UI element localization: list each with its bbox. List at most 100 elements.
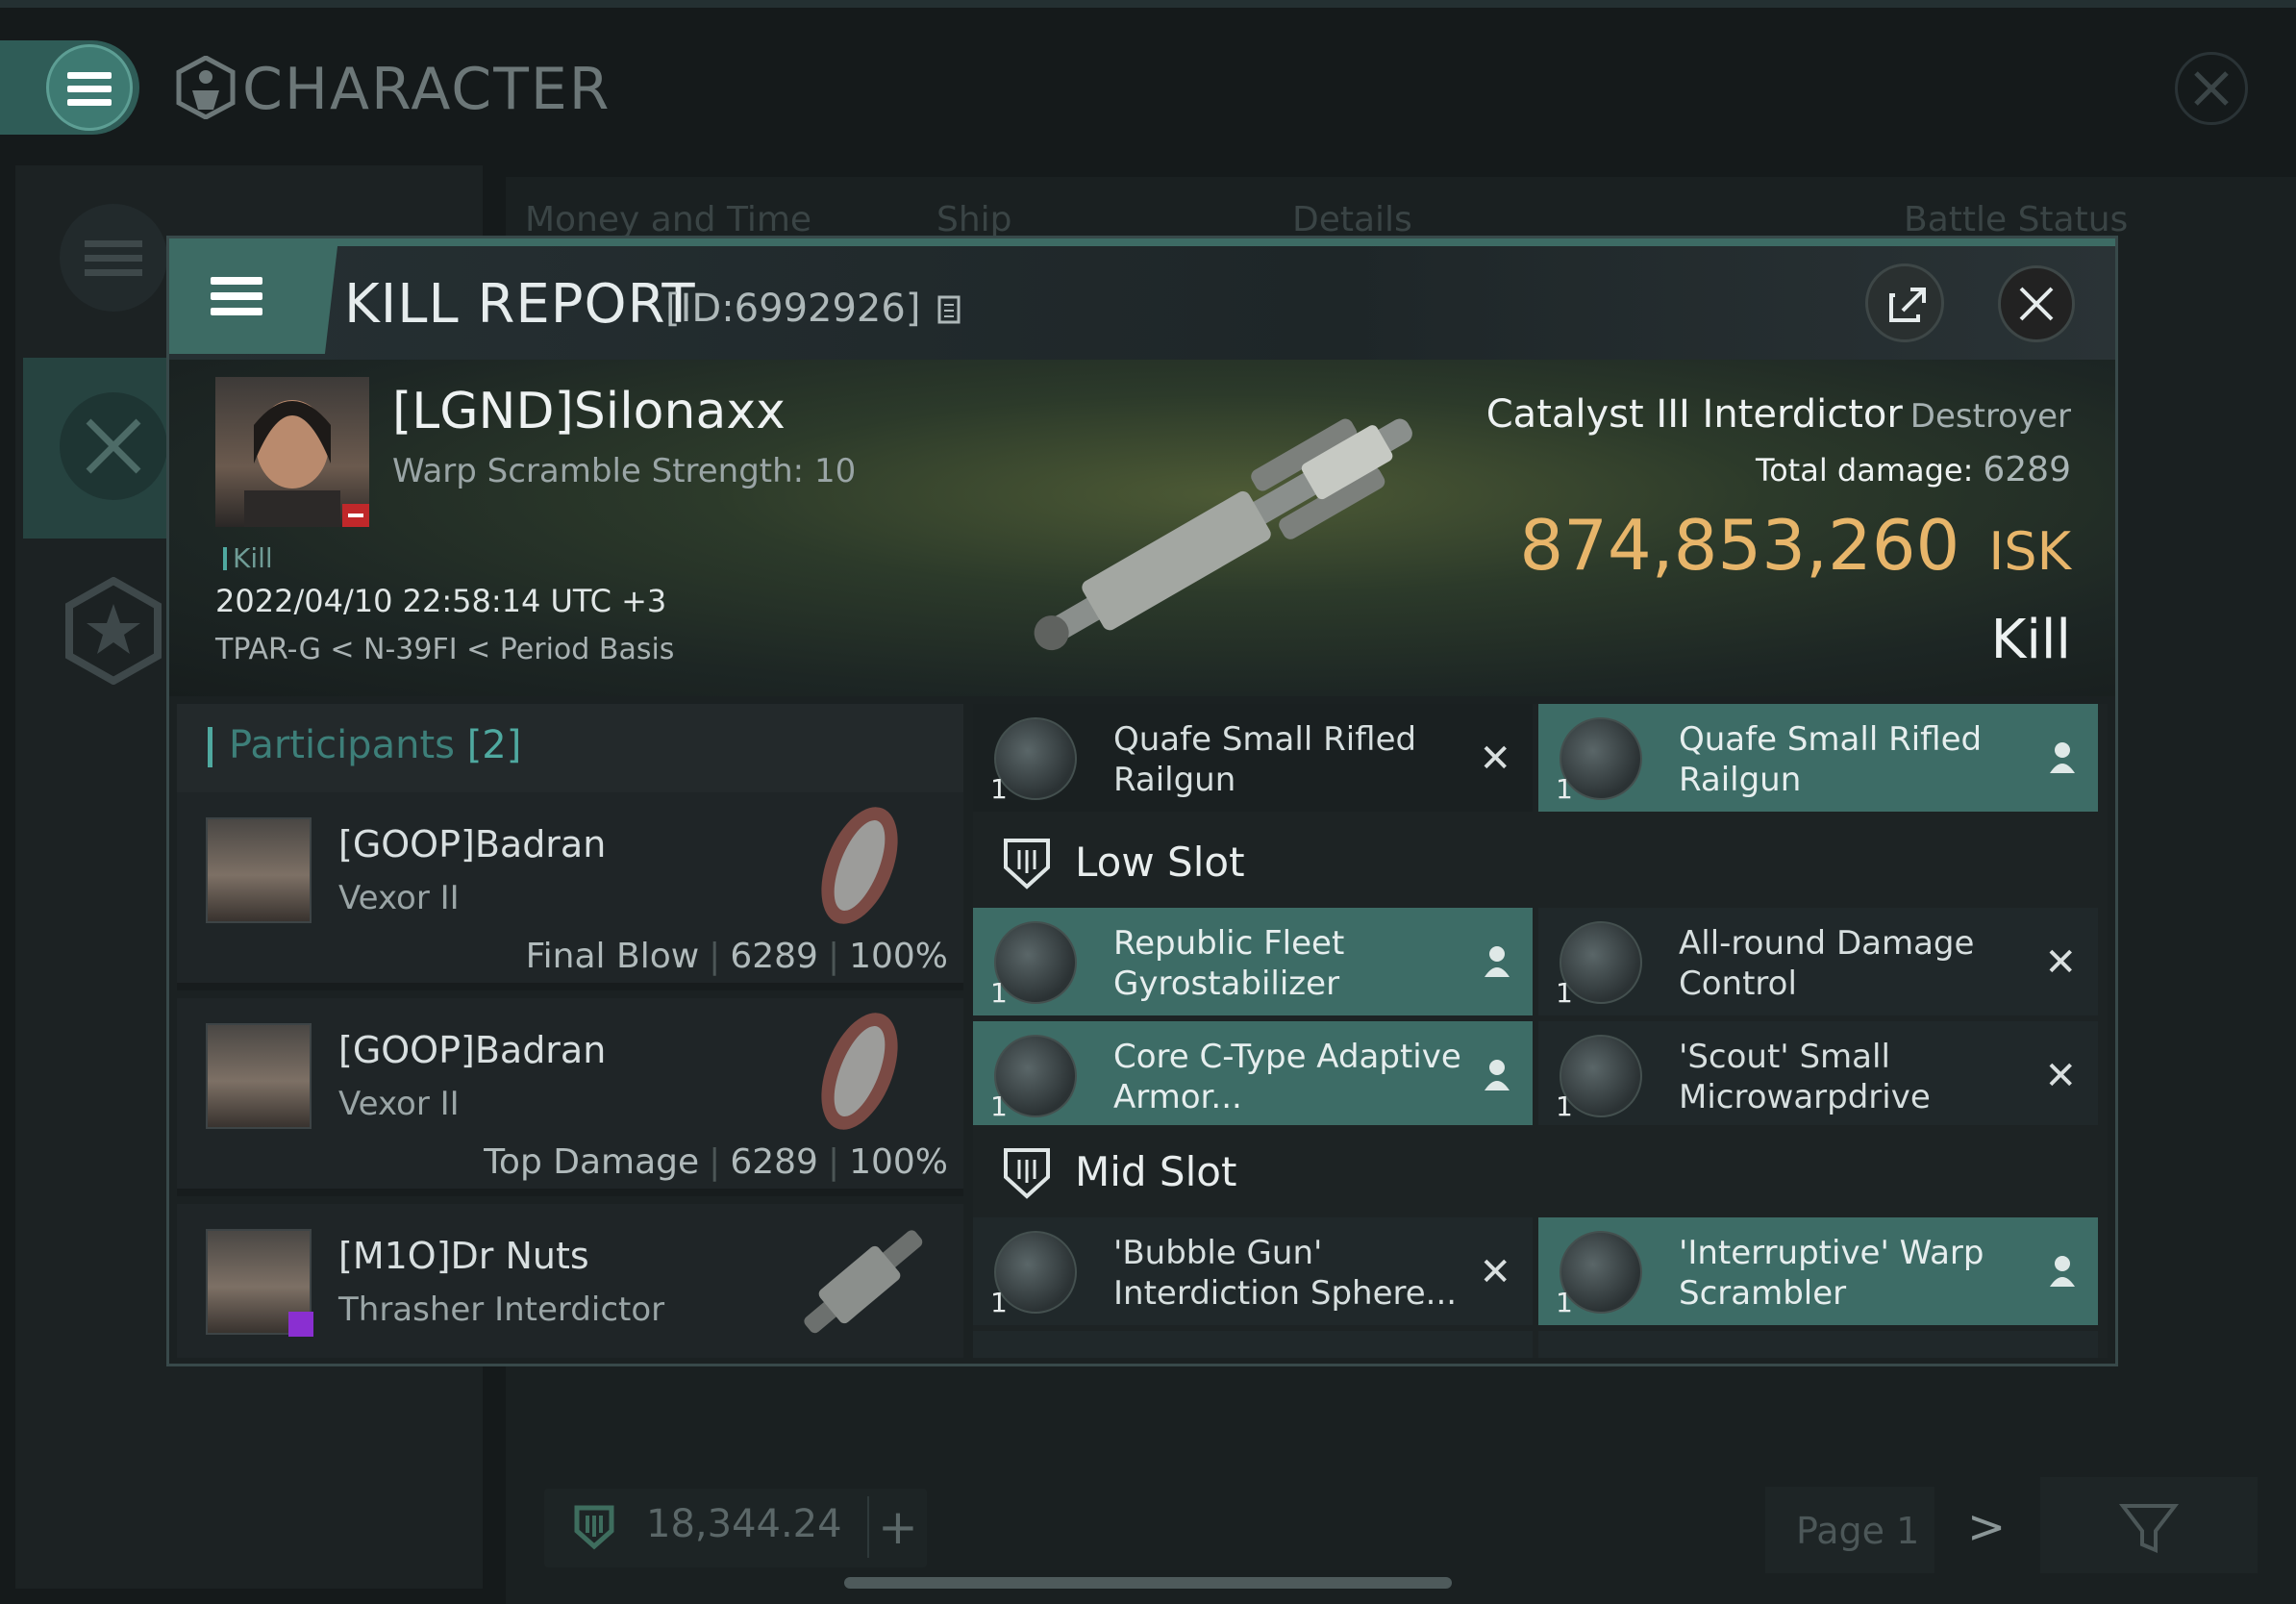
fitting-item[interactable]: 1 Core C-Type Adaptive Armor... xyxy=(973,1021,1533,1129)
item-name: Core C-Type Adaptive Armor... xyxy=(1113,1038,1461,1116)
avatar[interactable] xyxy=(206,1023,312,1129)
participant-percent: 100% xyxy=(849,937,948,976)
side-combat-button[interactable] xyxy=(60,392,167,500)
tab-ship[interactable]: Ship xyxy=(936,200,1012,239)
kill-report-close-button[interactable] xyxy=(1998,265,2075,342)
participant-percent: 100% xyxy=(849,1142,948,1182)
kill-report-menu-button[interactable] xyxy=(208,267,265,325)
fitting-item[interactable]: 1 Quafe Small Rifled Railgun xyxy=(1538,704,2098,812)
kill-id-text: [ID:6992926] xyxy=(665,287,921,331)
kill-location[interactable]: TPAR-G < N-39FI < Period Basis xyxy=(215,633,674,666)
participant-row[interactable]: [GOOP]Badran Vexor II Final Blow | 6289 | 10… xyxy=(177,792,963,990)
kill-report-id: [ID:6992926] xyxy=(665,287,961,331)
page-label: Page 1 xyxy=(1796,1510,1920,1552)
mid-slot-label: Mid Slot xyxy=(1075,1148,1237,1195)
tab-money-and-time[interactable]: Money and Time xyxy=(525,200,811,239)
star-badge-icon xyxy=(65,576,162,686)
item-name: Republic Fleet Gyrostabilizer xyxy=(1113,924,1345,1003)
wallet-value: 18,344.24 xyxy=(646,1502,842,1546)
side-medals-button[interactable] xyxy=(60,576,167,686)
filter-button[interactable] xyxy=(2040,1477,2258,1573)
main-menu-button[interactable] xyxy=(46,44,133,131)
list-icon xyxy=(85,240,142,276)
fitting-panel: 1 Quafe Small Rifled Railgun ✕ 1 Quafe S… xyxy=(973,704,2108,1358)
dropped-person-icon xyxy=(2050,1256,2075,1287)
kill-report-window: KILL REPORT [ID:6992926] [LGND]Silonaxx … xyxy=(169,238,2115,1364)
total-damage-value: 6289 xyxy=(1983,450,2071,489)
copy-icon[interactable] xyxy=(936,294,961,325)
slot-shield-icon xyxy=(1004,1148,1050,1199)
fitting-item[interactable]: 1 Republic Fleet Gyrostabilizer xyxy=(973,908,1533,1015)
side-list-button[interactable] xyxy=(60,204,167,312)
participant-stats: Final Blow | 6289 | 100% xyxy=(525,937,948,976)
standing-badge xyxy=(342,504,369,527)
character-icon xyxy=(176,56,236,119)
avatar[interactable] xyxy=(206,817,312,923)
fitting-item-partial[interactable] xyxy=(973,1331,1533,1358)
victim-summary: [LGND]Silonaxx Warp Scramble Strength: 1… xyxy=(169,360,2115,696)
isk-unit: ISK xyxy=(1988,521,2071,582)
victim-name[interactable]: [LGND]Silonaxx xyxy=(392,383,786,440)
fitting-item-partial[interactable] xyxy=(1538,1331,2098,1358)
next-page-button[interactable]: > xyxy=(1967,1500,2006,1554)
ship-class: Destroyer xyxy=(1909,397,2071,436)
kill-report-title: KILL REPORT xyxy=(344,273,696,336)
fitting-item[interactable]: 1 'Bubble Gun' Interdiction Sphere... ✕ xyxy=(973,1217,1533,1325)
page-title: CHARACTER xyxy=(242,56,611,123)
participant-ship-image xyxy=(821,1013,898,1130)
share-button[interactable] xyxy=(1865,263,1944,342)
faction-badge-icon xyxy=(288,1312,313,1337)
total-damage-label: Total damage: xyxy=(1755,452,1974,489)
victim-subtitle: Warp Scramble Strength: 10 xyxy=(392,452,857,490)
low-slot-header: Low Slot xyxy=(973,815,2108,908)
fitting-item[interactable]: 1 All-round Damage Control ✕ xyxy=(1538,908,2098,1015)
participant-damage: 6289 xyxy=(730,937,818,976)
participant-damage: 6289 xyxy=(730,1142,818,1182)
destroyed-icon: ✕ xyxy=(1479,737,1511,781)
participant-stats: Top Damage | 6289 | 100% xyxy=(484,1142,948,1182)
fitting-item[interactable]: 1 'Interruptive' Warp Scrambler xyxy=(1538,1217,2098,1325)
dropped-person-icon xyxy=(1485,1060,1510,1090)
fitting-item[interactable]: 1 'Scout' Small Microwarpdrive ✕ xyxy=(1538,1021,2098,1129)
fitting-item[interactable]: 1 Quafe Small Rifled Railgun ✕ xyxy=(973,704,1533,812)
item-quantity: 1 xyxy=(990,1287,1008,1318)
tab-battle-status[interactable]: Battle Status xyxy=(1904,200,2128,239)
item-name: 'Scout' Small Microwarpdrive xyxy=(1679,1038,1931,1116)
participant-row[interactable]: [GOOP]Badran Vexor II Top Damage | 6289 | 10… xyxy=(177,998,963,1196)
participant-row[interactable]: [M1O]Dr Nuts Thrasher Interdictor xyxy=(177,1204,963,1358)
item-quantity: 1 xyxy=(990,977,1008,1009)
item-quantity: 1 xyxy=(1556,977,1573,1009)
ship-name[interactable]: Catalyst III Interdictor xyxy=(1486,392,1903,437)
top-edge xyxy=(0,0,2296,8)
crossed-swords-icon xyxy=(86,418,141,474)
tab-details[interactable]: Details xyxy=(1292,200,1412,239)
participants-panel: Participants [2] [GOOP]Badran Vexor II F… xyxy=(177,704,963,1358)
window-close-button[interactable] xyxy=(2175,52,2248,125)
participant-ship: Vexor II xyxy=(338,1085,460,1123)
participant-name[interactable]: [GOOP]Badran xyxy=(338,823,606,865)
participant-ship-image xyxy=(821,807,898,924)
participant-stat-label: Final Blow xyxy=(525,937,700,976)
victim-ship-image[interactable] xyxy=(958,398,1496,667)
scrollbar[interactable] xyxy=(844,1577,1452,1589)
participant-stat-label: Top Damage xyxy=(484,1142,700,1182)
filter-icon xyxy=(2118,1504,2180,1554)
participant-name[interactable]: [GOOP]Badran xyxy=(338,1029,606,1071)
menu-icon xyxy=(67,72,112,79)
destroyed-icon: ✕ xyxy=(1479,1250,1511,1294)
item-name: 'Interruptive' Warp Scrambler xyxy=(1679,1234,1984,1313)
menu-icon-bar xyxy=(67,99,112,106)
menu-icon-bar xyxy=(211,308,262,315)
item-quantity: 1 xyxy=(1556,1287,1573,1318)
item-quantity: 1 xyxy=(1556,773,1573,805)
item-name: 'Bubble Gun' Interdiction Sphere... xyxy=(1113,1234,1458,1313)
participants-label: Participants xyxy=(229,723,455,767)
slot-shield-icon xyxy=(1004,839,1050,890)
item-quantity: 1 xyxy=(1556,1090,1573,1122)
wallet-shield-icon xyxy=(574,1505,614,1550)
add-button[interactable]: + xyxy=(867,1496,927,1558)
participant-name[interactable]: [M1O]Dr Nuts xyxy=(338,1235,589,1277)
close-icon xyxy=(2194,71,2229,106)
item-name: Quafe Small Rifled Railgun xyxy=(1679,720,1983,799)
item-name: All-round Damage Control xyxy=(1679,924,1975,1003)
